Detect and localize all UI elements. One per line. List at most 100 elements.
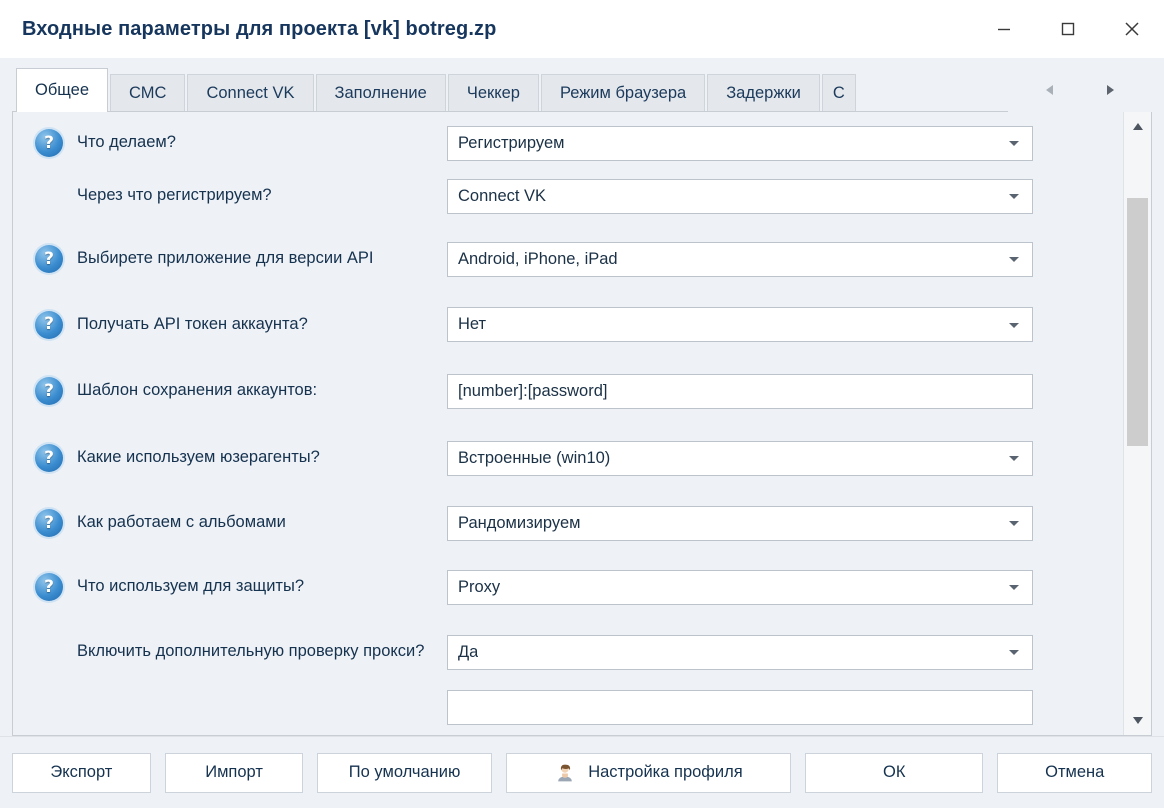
help-icon[interactable]: ? xyxy=(35,444,63,472)
row-label: Через что регистрируем? xyxy=(77,186,272,205)
form-row-register-via: Через что регистрируем? Connect VK xyxy=(13,166,1123,226)
defaults-button[interactable]: По умолчанию xyxy=(317,752,492,793)
scroll-up-icon[interactable] xyxy=(1124,112,1151,142)
button-label: Импорт xyxy=(205,763,263,781)
api-app-select[interactable]: Android, iPhone, iPad xyxy=(447,241,1033,277)
field-container: Встроенные (win10) xyxy=(447,440,1033,476)
scroll-down-icon[interactable] xyxy=(1124,705,1151,735)
row-label: Что делаем? xyxy=(77,133,176,152)
help-icon[interactable]: ? xyxy=(35,573,63,601)
tab-label: Задержки xyxy=(726,84,801,102)
selected-value: Нет xyxy=(458,315,487,333)
ok-button[interactable]: ОК xyxy=(805,752,984,793)
tab-rezhim-brauzera[interactable]: Режим браузера xyxy=(540,74,706,112)
field-container: Connect VK xyxy=(447,178,1033,214)
tab-label: Connect VK xyxy=(206,84,295,102)
field-container: Рандомизируем xyxy=(447,505,1033,541)
row-label: Какие используем юзерагенты? xyxy=(77,448,320,467)
form-row-what-to-do: ? Что делаем? Регистрируем xyxy=(13,120,1123,166)
input-value: [number]:[password] xyxy=(458,381,608,400)
field-container: Proxy xyxy=(447,569,1033,605)
tab-label: Общее xyxy=(35,81,90,99)
field-container: [number]:[password] xyxy=(447,373,1033,409)
row-label: Шаблон сохранения аккаунтов: xyxy=(77,381,318,400)
tab-connect-vk[interactable]: Connect VK xyxy=(187,74,314,112)
selected-value: Да xyxy=(458,642,479,661)
register-via-select[interactable]: Connect VK xyxy=(447,178,1033,214)
selected-value: Proxy xyxy=(458,577,501,596)
chevron-down-icon xyxy=(1009,257,1019,262)
partial-row-select[interactable] xyxy=(447,689,1033,725)
button-label: Настройка профиля xyxy=(588,763,743,781)
form-row-partial xyxy=(13,685,1123,729)
tab-label: СМС xyxy=(129,84,167,102)
chevron-down-icon xyxy=(1009,650,1019,655)
selected-value: Регистрируем xyxy=(458,133,565,152)
help-icon[interactable]: ? xyxy=(35,377,63,405)
tab-label: Режим браузера xyxy=(559,84,687,102)
tab-scroll-left-icon[interactable] xyxy=(1042,82,1058,98)
field-container xyxy=(447,689,1033,725)
field-container: Регистрируем xyxy=(447,125,1033,161)
save-template-input[interactable]: [number]:[password] xyxy=(447,373,1033,409)
row-label: Что используем для защиты? xyxy=(77,577,305,596)
what-to-do-select[interactable]: Регистрируем xyxy=(447,125,1033,161)
tab-sms[interactable]: СМС xyxy=(110,74,186,112)
form-row-api-app: ? Выбирете приложение для версии API And… xyxy=(13,226,1123,292)
button-label: Экспорт xyxy=(50,763,113,781)
import-button[interactable]: Импорт xyxy=(164,752,304,793)
chevron-down-icon xyxy=(1009,322,1019,328)
dialog-body: Общее СМС Connect VK Заполнение Чеккер Р… xyxy=(0,58,1164,736)
help-icon[interactable]: ? xyxy=(35,129,63,157)
selected-value: Android, iPhone, iPad xyxy=(458,249,618,268)
vertical-scrollbar[interactable] xyxy=(1123,112,1151,735)
tab-scroll-right-icon[interactable] xyxy=(1102,82,1118,98)
useragents-select[interactable]: Встроенные (win10) xyxy=(447,440,1033,476)
tab-strip: Общее СМС Connect VK Заполнение Чеккер Р… xyxy=(12,68,1152,112)
help-icon[interactable]: ? xyxy=(35,245,63,273)
cancel-button[interactable]: Отмена xyxy=(997,752,1152,793)
chevron-down-icon xyxy=(1009,456,1019,461)
tab-chekker[interactable]: Чеккер xyxy=(447,74,539,112)
maximize-icon[interactable] xyxy=(1036,0,1100,58)
dialog-footer: Экспорт Импорт По умолчанию Настройка пр… xyxy=(0,736,1164,808)
scrollbar-track[interactable] xyxy=(1124,142,1151,705)
profile-settings-button[interactable]: Настройка профиля xyxy=(505,752,792,793)
albums-select[interactable]: Рандомизируем xyxy=(447,505,1033,541)
tab-zapolnenie[interactable]: Заполнение xyxy=(315,74,446,112)
minimize-icon[interactable] xyxy=(972,0,1036,58)
form-row-useragents: ? Какие используем юзерагенты? Встроенны… xyxy=(13,425,1123,491)
row-label: Получать API токен аккаунта? xyxy=(77,314,308,333)
api-token-select[interactable]: Нет xyxy=(447,307,1033,342)
form-row-proxy-check: Включить дополнительную проверку прокси?… xyxy=(13,619,1123,685)
selected-value: Connect VK xyxy=(458,186,547,205)
close-icon[interactable] xyxy=(1100,0,1164,58)
tab-content-pane: ? Что делаем? Регистрируем Через что рег… xyxy=(12,111,1152,736)
tab-scroll-controls xyxy=(1008,68,1152,112)
proxy-check-select[interactable]: Да xyxy=(447,634,1033,670)
row-label: Выбирете приложение для версии API xyxy=(77,249,374,268)
field-container: Android, iPhone, iPad xyxy=(447,241,1033,277)
form-row-api-token: ? Получать API токен аккаунта? Нет xyxy=(13,292,1123,357)
scrollbar-thumb[interactable] xyxy=(1127,198,1148,446)
help-icon[interactable]: ? xyxy=(35,310,63,339)
tab-zaderzhki[interactable]: Задержки xyxy=(707,74,820,112)
tab-label: Заполнение xyxy=(334,84,427,102)
button-label: По умолчанию xyxy=(348,763,461,781)
selected-value: Встроенные (win10) xyxy=(458,448,611,467)
tab-label: С xyxy=(832,84,845,102)
export-button[interactable]: Экспорт xyxy=(12,752,151,793)
help-icon[interactable]: ? xyxy=(35,509,63,537)
button-label: ОК xyxy=(883,763,906,781)
chevron-down-icon xyxy=(1009,585,1019,590)
protection-select[interactable]: Proxy xyxy=(447,569,1033,605)
tab-obshchee[interactable]: Общее xyxy=(16,68,109,112)
row-label: Включить дополнительную проверку прокси? xyxy=(77,642,425,661)
button-label: Отмена xyxy=(1045,763,1105,781)
tab-partial[interactable]: С xyxy=(821,74,856,112)
dialog-window: Входные параметры для проекта [vk] botre… xyxy=(0,0,1164,808)
settings-form: ? Что делаем? Регистрируем Через что рег… xyxy=(13,112,1123,735)
chevron-down-icon xyxy=(1009,194,1019,199)
form-row-protection: ? Что используем для защиты? Proxy xyxy=(13,555,1123,619)
field-container: Да xyxy=(447,634,1033,670)
